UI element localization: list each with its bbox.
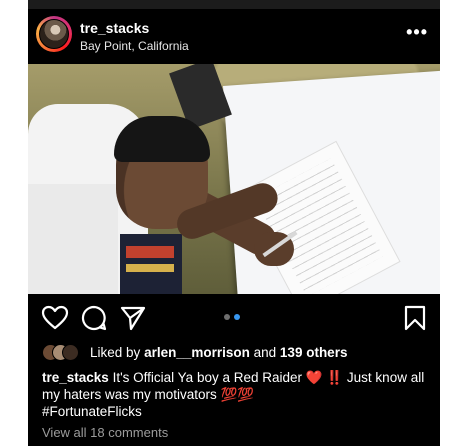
action-bar [28,300,440,336]
likes-prefix: Liked by [90,345,141,360]
post-username[interactable]: tre_stacks [80,20,149,36]
heart-outline-icon[interactable] [41,304,69,332]
caption-text: It's Official Ya boy a Red Raider [112,370,302,385]
comment-bubble-icon[interactable] [80,304,108,332]
top-bar [28,0,440,9]
post-photo[interactable] [28,64,440,294]
likes-row: Liked by arlen__morrison and 139 others [42,344,432,364]
likes-others[interactable]: 139 others [280,345,348,360]
carousel-dot-1 [224,314,230,320]
shoulder [28,184,118,294]
likes-summary[interactable]: Liked by arlen__morrison and 139 others [90,345,347,360]
avatar-photo [39,19,69,49]
double-exclamation-emoji: ‼️ [326,370,344,385]
caption-hashtag[interactable]: #FortunateFlicks [42,404,142,419]
shirt-print-red [126,246,174,258]
view-comments-link[interactable]: View all 18 comments [42,425,168,440]
bookmark-icon[interactable] [401,304,429,332]
carousel-indicator [224,314,244,322]
post-location[interactable]: Bay Point, California [80,39,189,53]
liker-avatar-3[interactable] [62,344,79,361]
hundred-emoji: 💯💯 [220,387,255,402]
post-caption: tre_stacks It's Official Ya boy a Red Ra… [42,369,427,420]
paper-plane-icon[interactable] [119,304,147,332]
liker-username[interactable]: arlen__morrison [144,345,250,360]
likes-and: and [253,345,277,360]
heart-emoji: ❤️ [305,370,323,385]
shirt-print-gold [126,264,174,272]
avatar[interactable] [36,16,72,52]
instagram-post: tre_stacks Bay Point, California ••• Lik… [28,0,440,446]
post-header: tre_stacks Bay Point, California ••• [28,12,440,58]
caption-author[interactable]: tre_stacks [42,370,109,385]
more-options-icon[interactable]: ••• [406,23,428,41]
carousel-dot-2 [234,314,240,320]
